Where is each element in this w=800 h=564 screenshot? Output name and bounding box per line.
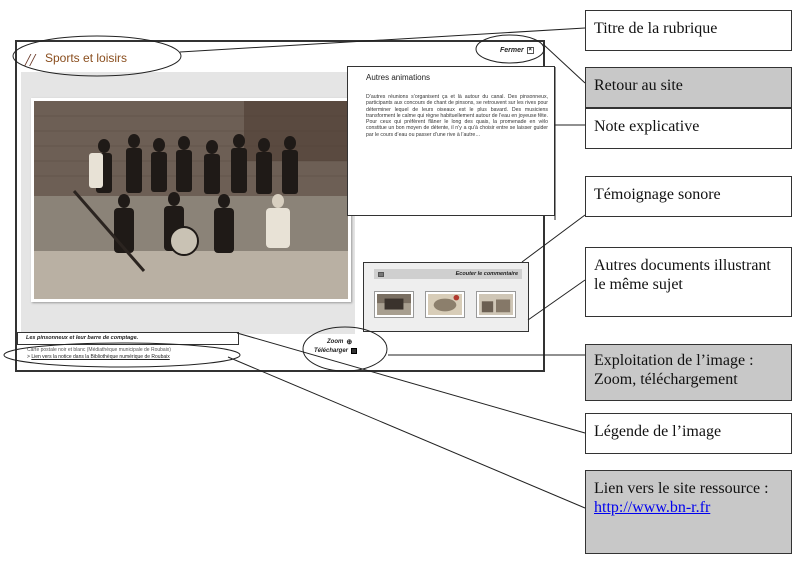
callout-image-use-text: Exploitation de l’image : Zoom, téléchar… [594,352,754,388]
notice-link-text: Lien vers la notice dans la Bibliothèque… [31,354,170,360]
callout-audio-testimony: Témoignage sonore [585,176,792,217]
thumbnail-image [428,294,462,315]
thumbnail-image [479,294,513,315]
callout-image-caption: Légende de l’image [585,413,792,454]
callout-back-to-site-text: Retour au site [594,77,683,94]
close-button[interactable]: Fermer × [500,47,534,54]
zoom-button[interactable]: Zoom ⊕ [327,338,352,346]
callout-section-title-text: Titre de la rubrique [594,20,718,37]
caption-credit: Carte postale noir et blanc (Médiathèque… [27,347,171,353]
callout-audio-testimony-text: Témoignage sonore [594,186,721,203]
note-title: Autres animations [366,73,431,82]
callout-back-to-site: Retour au site [585,67,792,108]
caption-title: Les pinsonneux et leur barre de comptage… [26,335,139,341]
callout-explanatory-note: Note explicative [585,108,792,149]
close-label: Fermer [500,47,524,54]
main-photo[interactable] [31,98,351,302]
resource-url-link[interactable]: http://www.bn-r.fr [594,498,783,517]
thumbnail[interactable] [374,291,414,318]
callout-other-docs: Autres documents illustrant le même suje… [585,247,792,317]
callout-resource-link: Lien vers le site ressource : http://www… [585,470,792,554]
notice-link[interactable]: > Lien vers la notice dans la Bibliothèq… [27,354,170,360]
thumbnail-list [374,291,516,318]
speaker-icon [378,271,384,277]
note-text: D’autres réunions s’organisent ça et là … [366,94,548,138]
other-documents-panel: Ecouter le commentaire [363,262,529,332]
listen-commentary-button[interactable]: Ecouter le commentaire [374,269,522,279]
group-photo-image [34,101,348,299]
callout-image-caption-text: Légende de l’image [594,423,722,440]
explanatory-note: Autres animations D’autres réunions s’or… [347,66,555,216]
callout-resource-link-text: Lien vers le site ressource : [594,480,769,497]
download-button[interactable]: Télécharger [314,348,358,354]
callout-image-use: Exploitation de l’image : Zoom, téléchar… [585,344,792,401]
listen-commentary-label: Ecouter le commentaire [455,271,518,277]
download-icon [351,348,358,354]
magnifier-plus-icon: ⊕ [346,339,353,346]
callout-section-title: Titre de la rubrique [585,10,792,51]
thumbnail[interactable] [476,291,516,318]
download-label: Télécharger [314,348,349,354]
callout-other-docs-text: Autres documents illustrant le même suje… [594,257,771,293]
photo-panel [21,72,355,334]
zoom-label: Zoom [327,339,344,345]
callout-explanatory-note-text: Note explicative [594,118,700,135]
section-mark-icon: // [25,50,36,70]
thumbnail[interactable] [425,291,465,318]
connector-link [227,356,586,509]
close-icon: × [526,47,534,54]
image-caption: Les pinsonneux et leur barre de comptage… [17,332,239,345]
thumbnail-image [377,294,411,315]
link-arrow-icon: > [27,354,30,360]
section-title: Sports et loisirs [45,51,128,65]
